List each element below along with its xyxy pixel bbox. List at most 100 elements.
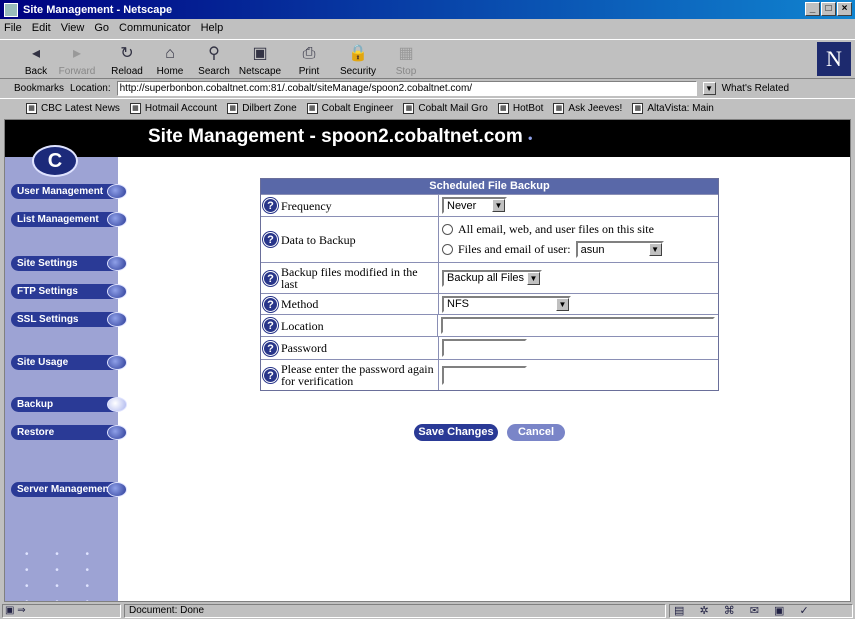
sidebar-orb-icon xyxy=(107,184,127,199)
close-button[interactable]: × xyxy=(837,2,852,16)
method-label: Method xyxy=(281,297,319,311)
menu-bar: File Edit View Go Communicator Help xyxy=(0,19,855,37)
whats-related-button[interactable]: What's Related xyxy=(722,83,790,94)
stop-icon: ▦ xyxy=(398,45,414,62)
lock-icon: 🔒 xyxy=(348,45,368,62)
bookmark-item[interactable]: ▦ Cobalt Engineer xyxy=(306,102,393,114)
netscape-icon: ▣ xyxy=(252,45,268,62)
sidebar-item-user-management[interactable]: User Management xyxy=(11,184,127,199)
radio-button-icon[interactable] xyxy=(442,244,453,255)
sidebar-item-ssl-settings[interactable]: SSL Settings xyxy=(11,312,127,327)
bookmark-item[interactable]: ▦ HotBot xyxy=(497,102,543,114)
url-dropdown-arrow[interactable]: ▼ xyxy=(702,81,716,95)
user-select[interactable]: asun ▼ xyxy=(575,241,664,258)
sidebar-orb-icon xyxy=(107,425,127,440)
netscape-logo[interactable]: N xyxy=(817,42,851,76)
radio-all-files[interactable]: All email, web, and user files on this s… xyxy=(442,220,715,240)
status-text: Document: Done xyxy=(124,604,666,618)
minimize-button[interactable]: _ xyxy=(805,2,820,16)
location-input[interactable] xyxy=(441,317,715,334)
modified-select[interactable]: Backup all Files ▼ xyxy=(442,269,542,287)
sidebar-item-server-management[interactable]: Server Management xyxy=(11,482,127,497)
url-input[interactable]: http://superbonbon.cobaltnet.com:81/.cob… xyxy=(116,80,697,96)
sidebar-orb-icon xyxy=(107,284,127,299)
help-icon[interactable]: ? xyxy=(263,198,278,213)
bookmark-item[interactable]: ▦ AltaVista: Main xyxy=(632,102,714,114)
verify-password-input[interactable] xyxy=(442,365,527,385)
sidebar-orb-icon xyxy=(107,212,127,227)
bookmark-icon: ▦ xyxy=(227,102,239,114)
password-label: Password xyxy=(281,341,328,355)
cobalt-logo: C xyxy=(32,145,78,177)
netscape-button[interactable]: ▣ Netscape xyxy=(238,42,282,77)
bookmark-icon: ▦ xyxy=(632,102,644,114)
method-select[interactable]: NFS ▼ xyxy=(442,295,571,313)
frequency-select[interactable]: Never ▼ xyxy=(442,197,507,214)
back-button[interactable]: ◂ Back xyxy=(14,42,58,77)
sidebar: C User Management List Management Site S… xyxy=(5,145,127,601)
menu-edit[interactable]: Edit xyxy=(32,22,51,34)
netscape-app-icon xyxy=(4,2,18,17)
security-button[interactable]: 🔒 Security xyxy=(336,42,380,77)
cancel-button[interactable]: Cancel xyxy=(507,424,565,441)
home-button[interactable]: ⌂ Home xyxy=(148,42,192,77)
sidebar-item-site-usage[interactable]: Site Usage xyxy=(11,355,127,370)
print-button[interactable]: ⎙ Print xyxy=(287,42,331,77)
stop-button[interactable]: ▦ Stop xyxy=(384,42,428,77)
decorative-dots: • • • • • • • • • • • • xyxy=(25,549,102,601)
chevron-down-icon: ▼ xyxy=(648,243,662,256)
bookmark-item[interactable]: ▦ CBC Latest News xyxy=(26,102,120,114)
form-row-frequency: ? Frequency Never ▼ xyxy=(261,194,718,216)
bookmark-icon: ▦ xyxy=(306,102,318,114)
bookmark-item[interactable]: ▦ Ask Jeeves! xyxy=(553,102,622,114)
bookmark-icon: ▦ xyxy=(497,102,509,114)
menu-help[interactable]: Help xyxy=(201,22,224,34)
backup-form: Scheduled File Backup ? Frequency Never ▼ … xyxy=(260,178,719,391)
sidebar-item-site-settings[interactable]: Site Settings xyxy=(11,256,127,271)
sidebar-item-list-management[interactable]: List Management xyxy=(11,212,127,227)
bookmark-item[interactable]: ▦ Dilbert Zone xyxy=(227,102,297,114)
status-bar: ▣ ⇒ Document: Done ▤ ✲ ⌘ ✉ ▣ ✓ xyxy=(0,603,855,619)
menu-view[interactable]: View xyxy=(61,22,85,34)
print-icon: ⎙ xyxy=(302,45,316,62)
help-icon[interactable]: ? xyxy=(263,232,278,247)
reload-icon: ↻ xyxy=(120,45,134,62)
help-icon[interactable]: ? xyxy=(263,340,278,356)
menu-go[interactable]: Go xyxy=(94,22,109,34)
frequency-label: Frequency xyxy=(281,198,332,213)
sidebar-orb-icon xyxy=(107,397,127,412)
window-titlebar: Site Management - Netscape _ □ × xyxy=(0,0,855,19)
connection-status-icon: ▣ ⇒ xyxy=(2,604,121,618)
component-bar-icons[interactable]: ▤ ✲ ⌘ ✉ ▣ ✓ xyxy=(669,604,853,618)
bookmark-icon: ▦ xyxy=(553,102,565,114)
bookmarks-bar: ▦ CBC Latest News ▦ Hotmail Account ▦ Dilbe… xyxy=(0,98,855,117)
location-bar: Bookmarks Location: http://superbonbon.c… xyxy=(0,79,855,97)
bookmarks-button[interactable]: Bookmarks xyxy=(14,83,64,94)
help-icon[interactable]: ? xyxy=(263,296,278,312)
data-to-backup-label: Data to Backup xyxy=(281,232,356,247)
radio-user-files[interactable]: Files and email of user: asun ▼ xyxy=(442,240,715,260)
help-icon[interactable]: ? xyxy=(263,270,278,286)
reload-button[interactable]: ↻ Reload xyxy=(105,42,149,77)
help-icon[interactable]: ? xyxy=(263,318,278,333)
sidebar-item-restore[interactable]: Restore xyxy=(11,425,127,440)
forward-button[interactable]: ▸ Forward xyxy=(55,42,99,77)
window-controls: _ □ × xyxy=(805,2,852,16)
menu-file[interactable]: File xyxy=(4,22,22,34)
bookmark-item[interactable]: ▦ Cobalt Mail Gro xyxy=(403,102,488,114)
form-row-modified: ? Backup files modified in the last Backu… xyxy=(261,262,718,293)
verify-password-label: Please enter the password again for veri… xyxy=(281,362,434,388)
modified-label: Backup files modified in the last xyxy=(281,265,418,291)
maximize-button[interactable]: □ xyxy=(821,2,836,16)
search-button[interactable]: ⚲ Search xyxy=(192,42,236,77)
back-icon: ◂ xyxy=(31,45,41,62)
menu-communicator[interactable]: Communicator xyxy=(119,22,191,34)
bookmark-item[interactable]: ▦ Hotmail Account xyxy=(129,102,217,114)
form-row-verify: ? Please enter the password again for ver… xyxy=(261,359,718,390)
sidebar-item-ftp-settings[interactable]: FTP Settings xyxy=(11,284,127,299)
save-changes-button[interactable]: Save Changes xyxy=(414,424,498,441)
sidebar-item-backup[interactable]: Backup xyxy=(11,397,127,412)
help-icon[interactable]: ? xyxy=(263,367,278,383)
radio-button-icon[interactable] xyxy=(442,224,453,235)
password-input[interactable] xyxy=(442,339,527,357)
